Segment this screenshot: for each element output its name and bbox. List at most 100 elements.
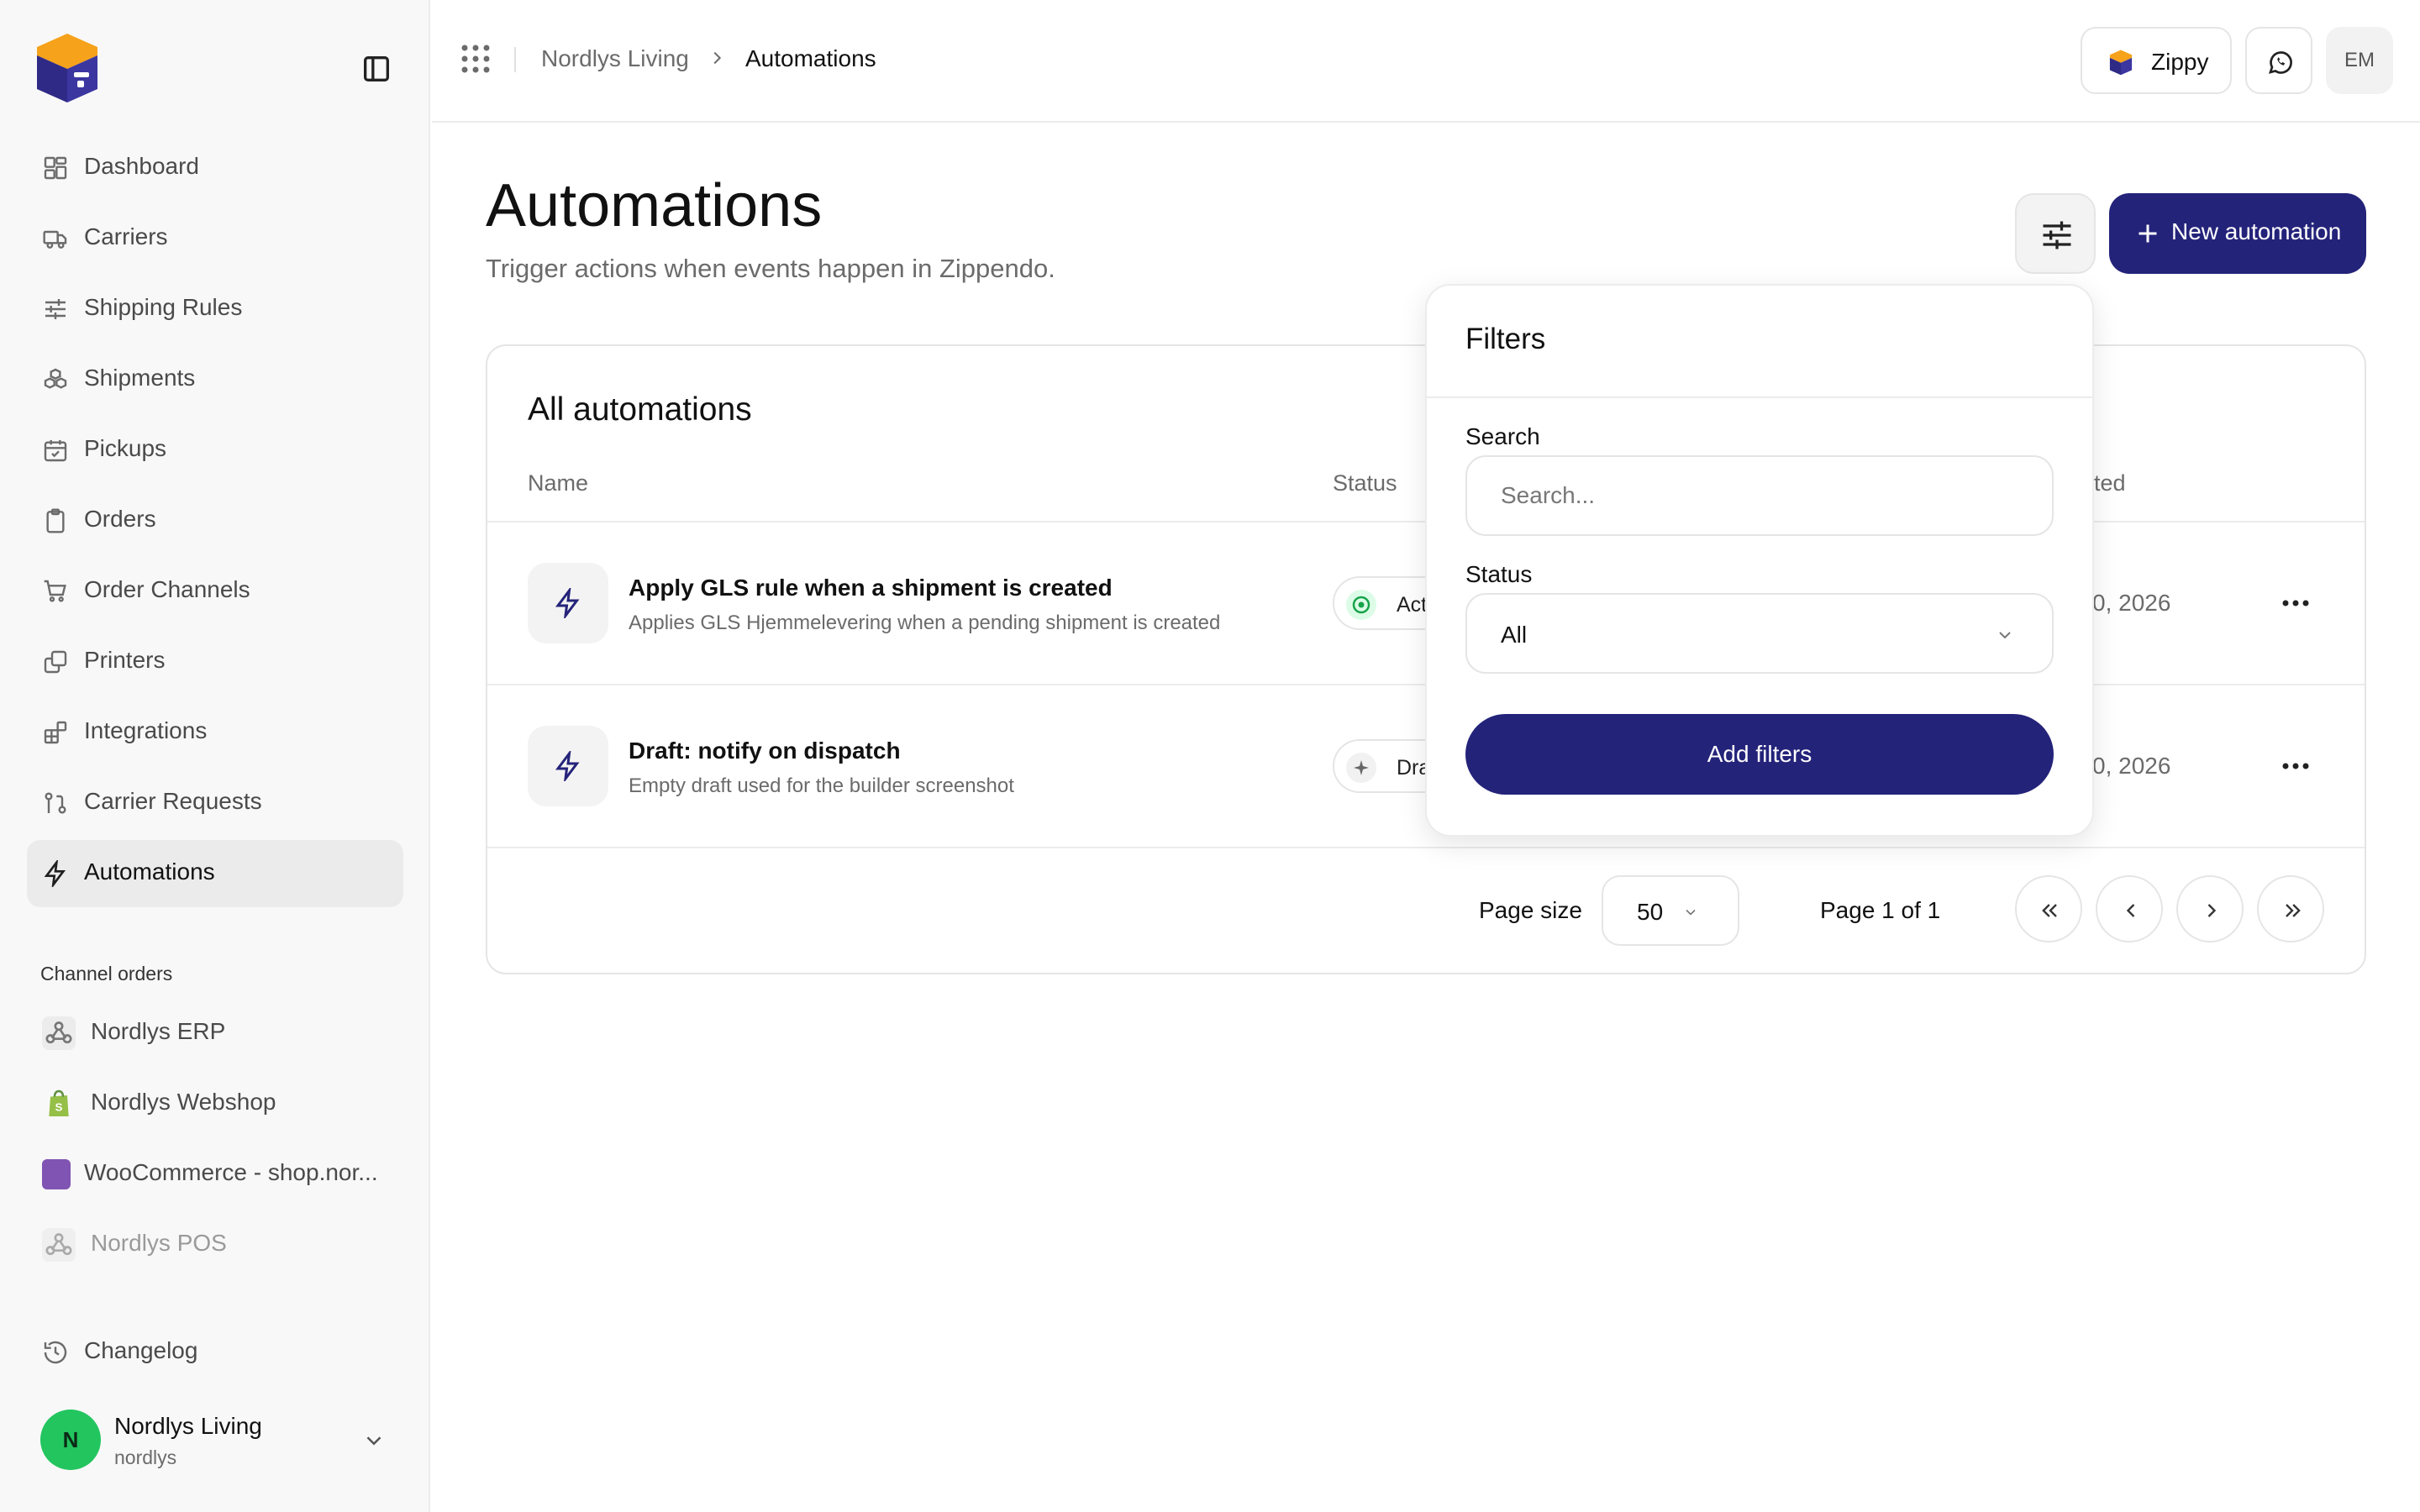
row-title[interactable]: Apply GLS rule when a shipment is create… (629, 575, 1113, 601)
new-automation-button[interactable]: New automation (2109, 193, 2366, 274)
chevron-down-icon (1999, 632, 2011, 639)
status-label: Status (1465, 561, 1533, 587)
boxes-icon (42, 366, 69, 393)
calendar-check-icon (42, 437, 69, 464)
sidebar-item-carriers[interactable]: Carriers (27, 205, 403, 272)
sidebar-channel-woocommerce[interactable]: WooCommerce - shop.nor... (27, 1141, 403, 1208)
sidebar-item-label: Changelog (84, 1337, 198, 1363)
blocks-icon (42, 719, 69, 746)
webhook-icon (42, 1228, 76, 1262)
sidebar-item-order-channels[interactable]: Order Channels (27, 558, 403, 625)
search-input[interactable] (1465, 455, 2054, 536)
sidebar-channel-nordlys-pos[interactable]: Nordlys POS (27, 1211, 403, 1278)
previous-page-button[interactable] (2096, 875, 2163, 942)
row-icon (528, 726, 608, 806)
column-header-status[interactable]: Status (1333, 470, 1397, 496)
sidebar-item-carrier-requests[interactable]: Carrier Requests (27, 769, 403, 837)
chevron-right-icon (2207, 904, 2217, 917)
status-text: Act (1397, 593, 1428, 617)
card-title: All automations (528, 391, 752, 428)
sidebar-item-label: Shipments (84, 365, 196, 391)
chevrons-right-icon (2286, 904, 2301, 917)
sidebar-toggle-icon[interactable] (360, 52, 393, 86)
dashboard-icon (42, 155, 69, 181)
column-header-name[interactable]: Name (528, 470, 588, 496)
topbar-divider (514, 47, 516, 72)
sidebar-item-label: Pickups (84, 435, 167, 461)
chevrons-left-icon (2042, 904, 2057, 917)
sidebar-item-dashboard[interactable]: Dashboard (27, 134, 403, 202)
sidebar-item-label: Printers (84, 647, 166, 673)
sidebar-item-label: Integrations (84, 717, 208, 743)
channel-orders-heading: Channel orders (40, 963, 173, 984)
zippy-assistant-button[interactable]: Zippy (2081, 27, 2232, 94)
sidebar-item-automations[interactable]: Automations (27, 840, 403, 907)
channel-label: Nordlys POS (91, 1230, 227, 1256)
org-avatar[interactable]: N (40, 1410, 101, 1470)
history-icon (42, 1339, 69, 1366)
app-grid-icon[interactable] (460, 44, 491, 74)
page-size-label: Page size (1479, 897, 1582, 923)
active-status-icon (1346, 590, 1376, 620)
sidebar-item-label: Carriers (84, 223, 168, 249)
plus-icon (2139, 224, 2157, 243)
sidebar-channel-nordlys-erp[interactable]: Nordlys ERP (27, 1000, 403, 1067)
user-avatar[interactable]: EM (2326, 27, 2393, 94)
woocommerce-icon (42, 1159, 71, 1189)
page-subtitle: Trigger actions when events happen in Zi… (486, 254, 1055, 283)
last-page-button[interactable] (2257, 875, 2324, 942)
more-actions-icon[interactable] (2279, 758, 2312, 774)
chevron-down-icon (1686, 909, 1696, 916)
sidebar-channel-nordlys-webshop[interactable]: S Nordlys Webshop (27, 1070, 403, 1137)
sidebar-item-label: Automations (84, 858, 215, 885)
updated-date: 0, 2026 (2092, 590, 2171, 616)
sliders-icon (42, 296, 69, 323)
sidebar-item-label: Carrier Requests (84, 788, 262, 814)
zippy-label: Zippy (2151, 49, 2209, 75)
chat-button[interactable] (2245, 27, 2312, 94)
filters-divider (1427, 396, 2092, 398)
breadcrumb-org[interactable]: Nordlys Living (541, 45, 689, 72)
zippendo-logo-icon[interactable] (30, 30, 104, 104)
next-page-button[interactable] (2176, 875, 2244, 942)
status-select[interactable]: All (1465, 593, 2054, 674)
sidebar-item-label: Order Channels (84, 576, 250, 602)
page-size-select[interactable]: 50 (1602, 875, 1739, 946)
org-name[interactable]: Nordlys Living (114, 1413, 262, 1440)
sidebar-item-orders[interactable]: Orders (27, 487, 403, 554)
more-actions-icon[interactable] (2279, 595, 2312, 612)
webhook-icon (42, 1016, 76, 1050)
git-pull-icon (42, 790, 69, 816)
channel-label: WooCommerce - shop.nor... (84, 1159, 378, 1185)
sidebar-item-shipments[interactable]: Shipments (27, 346, 403, 413)
row-description: Applies GLS Hjemmelevering when a pendin… (629, 612, 1221, 634)
chat-icon (2268, 51, 2292, 74)
filter-button[interactable] (2015, 193, 2096, 274)
cart-icon (42, 578, 69, 605)
page-info: Page 1 of 1 (1820, 897, 1941, 923)
channel-label: Nordlys Webshop (91, 1089, 276, 1115)
sidebar: Dashboard Carriers Shipping Rules Shipme… (0, 0, 430, 1512)
sidebar-item-integrations[interactable]: Integrations (27, 699, 403, 766)
add-filters-button[interactable]: Add filters (1465, 714, 2054, 795)
breadcrumb-current: Automations (745, 45, 876, 71)
sliders-icon (2043, 221, 2071, 249)
sidebar-item-label: Dashboard (84, 153, 199, 179)
first-page-button[interactable] (2015, 875, 2082, 942)
chevron-left-icon (2126, 904, 2135, 917)
svg-text:S: S (55, 1100, 63, 1113)
sidebar-item-shipping-rules[interactable]: Shipping Rules (27, 276, 403, 343)
chevron-down-icon[interactable] (361, 1428, 387, 1453)
updated-date: 0, 2026 (2092, 753, 2171, 779)
column-header-updated[interactable]: ted (2094, 470, 2126, 496)
row-icon (528, 563, 608, 643)
sidebar-item-changelog[interactable]: Changelog (27, 1319, 403, 1386)
row-description: Empty draft used for the builder screens… (629, 774, 1014, 797)
page-size-value: 50 (1637, 899, 1664, 925)
status-select-value: All (1501, 622, 1528, 648)
shopify-icon: S (42, 1087, 76, 1121)
row-title[interactable]: Draft: notify on dispatch (629, 738, 901, 764)
sidebar-item-pickups[interactable]: Pickups (27, 417, 403, 484)
sidebar-item-printers[interactable]: Printers (27, 628, 403, 696)
sidebar-item-label: Orders (84, 506, 156, 532)
